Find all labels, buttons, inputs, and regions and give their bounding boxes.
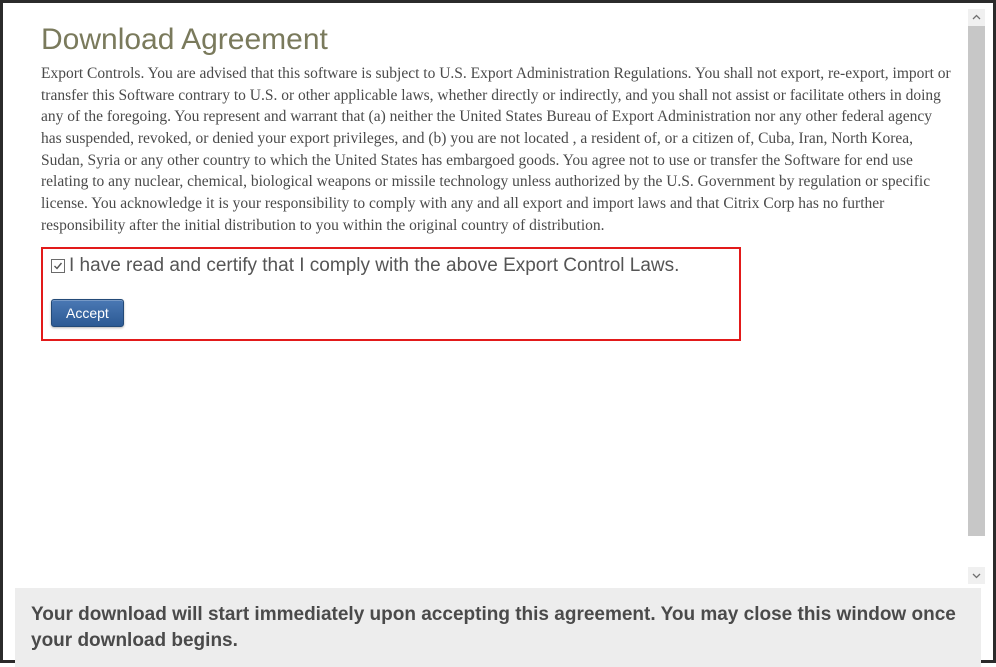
compliance-checkbox[interactable]	[51, 259, 65, 273]
footer-note: Your download will start immediately upo…	[15, 588, 981, 667]
content-area: Download Agreement Export Controls. You …	[11, 9, 985, 584]
dialog-frame: Download Agreement Export Controls. You …	[0, 0, 996, 663]
agreement-text: Export Controls. You are advised that th…	[41, 63, 955, 237]
compliance-row: I have read and certify that I comply wi…	[51, 255, 729, 277]
checkmark-icon	[53, 261, 63, 271]
page-title: Download Agreement	[41, 23, 955, 57]
chevron-down-icon	[972, 571, 981, 580]
vertical-scrollbar[interactable]	[968, 9, 985, 584]
scroll-down-button[interactable]	[968, 567, 985, 584]
scroll-up-button[interactable]	[968, 9, 985, 26]
scroll-thumb[interactable]	[968, 26, 985, 536]
chevron-up-icon	[972, 13, 981, 22]
acceptance-highlight: I have read and certify that I comply wi…	[41, 247, 741, 341]
compliance-label: I have read and certify that I comply wi…	[69, 255, 679, 277]
accept-button[interactable]: Accept	[51, 299, 124, 327]
